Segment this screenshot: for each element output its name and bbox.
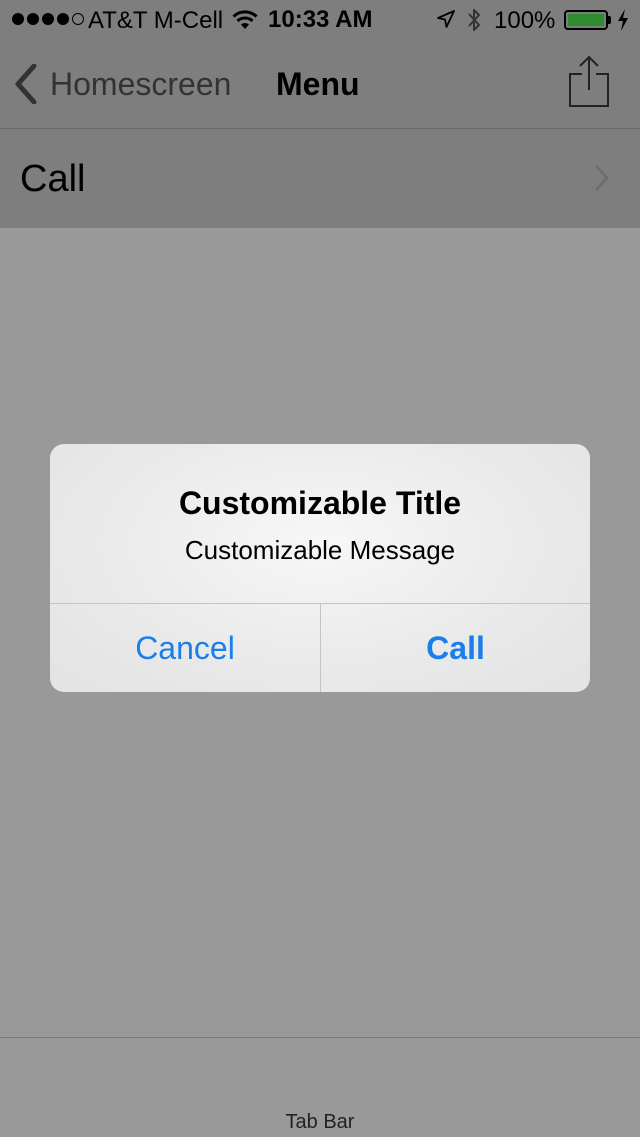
signal-dot [42, 13, 54, 25]
alert-message: Customizable Message [184, 535, 456, 565]
battery-percent: 100% [494, 7, 556, 34]
battery-cap [608, 16, 611, 24]
signal-dot [12, 13, 24, 25]
tab-bar: Tab Bar [0, 1037, 640, 1137]
charging-bolt-icon [616, 9, 630, 36]
page-title: Menu [276, 66, 360, 102]
list-item-call[interactable]: Call [0, 129, 640, 228]
cancel-button[interactable]: Cancel [50, 604, 320, 692]
alert-dialog: Customizable Title Customizable Message … [50, 444, 590, 692]
signal-dot-empty [72, 13, 84, 25]
navigation-bar: Homescreen Menu [0, 40, 640, 129]
back-button-label: Homescreen [50, 66, 232, 102]
signal-strength-icon [12, 13, 84, 25]
signal-dot [57, 13, 69, 25]
list-item-label: Call [20, 158, 86, 200]
carrier-name: AT&T M-Cell [88, 7, 224, 34]
status-time: 10:33 AM [268, 6, 373, 33]
battery-icon [564, 10, 608, 30]
location-arrow-icon [436, 9, 456, 34]
alert-title: Customizable Title [178, 485, 462, 521]
tab-bar-label: Tab Bar [285, 1111, 355, 1133]
back-chevron-icon [15, 64, 37, 104]
signal-dot [27, 13, 39, 25]
status-bar: AT&T M-Cell 10:33 AM 100% [0, 0, 640, 40]
wifi-icon [232, 9, 258, 36]
call-button[interactable]: Call [321, 604, 590, 692]
share-button[interactable] [566, 54, 612, 115]
chevron-right-icon [594, 165, 610, 196]
bluetooth-icon [466, 7, 482, 38]
share-icon [569, 55, 609, 107]
battery-fill [568, 14, 604, 26]
back-button[interactable]: Homescreen [14, 64, 231, 104]
